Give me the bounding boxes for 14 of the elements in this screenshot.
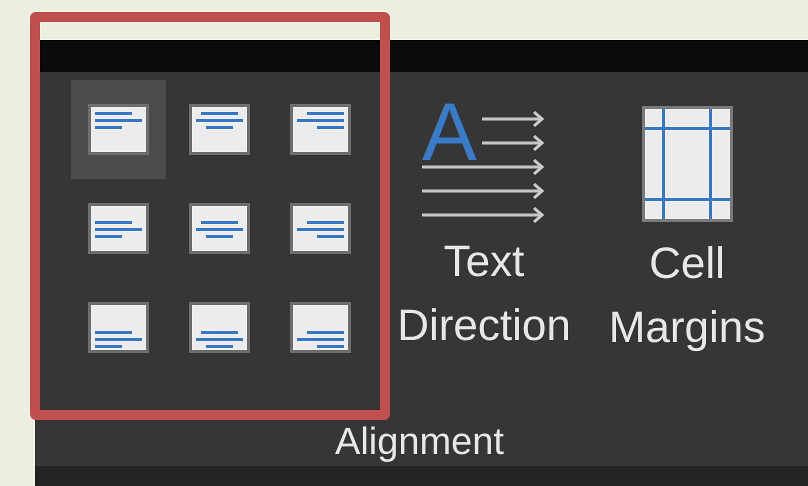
align-icon xyxy=(290,203,351,254)
align-icon xyxy=(88,203,149,254)
alignment-button[interactable] xyxy=(71,80,166,179)
align-icon xyxy=(88,302,149,353)
align-icon xyxy=(290,104,351,155)
text-direction-button[interactable]: A Text Direction xyxy=(384,102,584,360)
align-icon xyxy=(189,104,250,155)
align-icon xyxy=(290,302,351,353)
group-label: Alignment xyxy=(335,420,504,464)
align-icon xyxy=(189,203,250,254)
cell-margins-button[interactable]: Cell Margins xyxy=(592,102,782,360)
align-icon xyxy=(88,104,149,155)
align-icon xyxy=(189,302,250,353)
cell-margins-icon xyxy=(642,106,732,222)
